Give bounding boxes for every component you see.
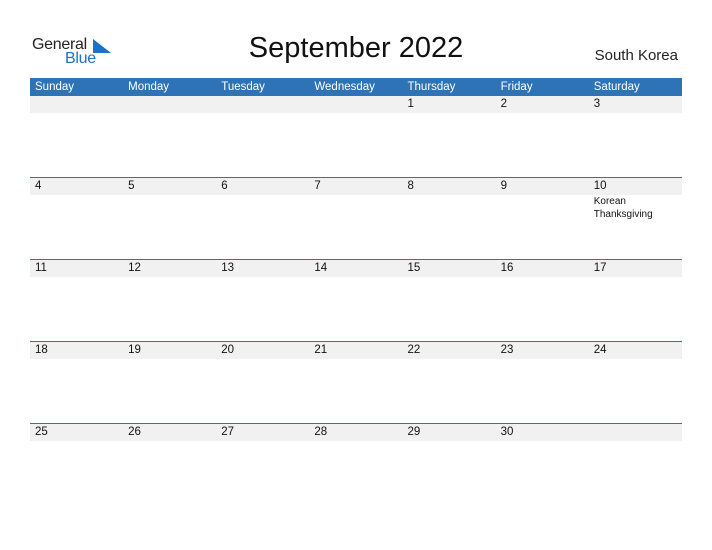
day-number: 29 bbox=[407, 426, 421, 438]
day-number: 18 bbox=[35, 344, 48, 356]
day-cell bbox=[216, 96, 309, 177]
day-cell: 6 bbox=[216, 178, 309, 259]
day-cell bbox=[309, 96, 402, 177]
weekday-thursday: Thursday bbox=[407, 81, 456, 93]
day-number: 4 bbox=[35, 180, 42, 192]
day-number: 3 bbox=[593, 98, 601, 110]
day-cell: 9 bbox=[496, 178, 589, 259]
day-cell: 8 bbox=[403, 178, 496, 259]
day-number: 9 bbox=[500, 180, 508, 192]
day-number: 1 bbox=[407, 98, 414, 110]
day-cell: 16 bbox=[496, 260, 589, 341]
day-cell: 7 bbox=[309, 178, 402, 259]
day-cell: 12 bbox=[123, 260, 216, 341]
day-number: 24 bbox=[593, 344, 607, 356]
week-row: 11 12 13 14 15 16 17 bbox=[30, 259, 682, 341]
day-cell: 3 bbox=[589, 96, 682, 177]
day-cell bbox=[123, 96, 216, 177]
weekday-wednesday: Wednesday bbox=[314, 81, 375, 93]
week-row: 4 5 6 7 8 9 10 Korean Thanksgiving bbox=[30, 177, 682, 259]
week-row: 25 26 27 28 29 30 bbox=[30, 423, 682, 505]
week-row: 1 2 3 bbox=[30, 96, 682, 177]
day-cell: 29 bbox=[403, 424, 496, 505]
day-number: 11 bbox=[35, 262, 47, 274]
day-number: 20 bbox=[221, 344, 235, 356]
day-number: 23 bbox=[500, 344, 514, 356]
day-number: 27 bbox=[221, 426, 235, 438]
holiday-label: Thanksgiving bbox=[593, 209, 653, 220]
day-cell: 26 bbox=[123, 424, 216, 505]
day-number bbox=[594, 424, 682, 441]
day-cell bbox=[30, 96, 123, 177]
day-number: 26 bbox=[128, 426, 141, 438]
day-cell: 5 bbox=[123, 178, 216, 259]
day-number bbox=[221, 96, 309, 113]
holiday-label: Korean bbox=[593, 196, 626, 207]
calendar-grid: Sunday Monday Tuesday Wednesday Thursday… bbox=[30, 78, 682, 505]
day-number bbox=[314, 96, 402, 113]
weekday-sunday: Sunday bbox=[35, 81, 75, 93]
week-row: 18 19 20 21 22 23 24 bbox=[30, 341, 682, 423]
day-number: 19 bbox=[128, 344, 141, 356]
week-cells: 1 2 3 bbox=[30, 96, 682, 177]
weekday-monday: Monday bbox=[128, 81, 170, 93]
day-number: 25 bbox=[35, 426, 48, 438]
day-number: 2 bbox=[500, 98, 508, 110]
day-number: 22 bbox=[407, 344, 421, 356]
day-number: 30 bbox=[500, 426, 514, 438]
day-cell: 13 bbox=[216, 260, 309, 341]
day-cell: 14 bbox=[309, 260, 402, 341]
day-cell: 15 bbox=[403, 260, 496, 341]
day-cell: 25 bbox=[30, 424, 123, 505]
day-number bbox=[128, 96, 216, 113]
day-number: 13 bbox=[221, 262, 235, 274]
day-cell: 21 bbox=[309, 342, 402, 423]
day-number: 10 bbox=[593, 180, 607, 192]
weekday-friday: Friday bbox=[500, 81, 533, 93]
day-number: 8 bbox=[407, 180, 414, 192]
day-cell: 10 Korean Thanksgiving bbox=[589, 178, 682, 259]
weekday-saturday: Saturday bbox=[593, 81, 640, 93]
day-number: 17 bbox=[593, 262, 607, 274]
day-number: 28 bbox=[314, 426, 328, 438]
day-cell: 22 bbox=[403, 342, 496, 423]
weekday-header: Sunday Monday Tuesday Wednesday Thursday… bbox=[30, 78, 682, 96]
week-cells: 4 5 6 7 8 9 10 Korean Thanksgiving bbox=[30, 178, 682, 259]
day-cell: 24 bbox=[589, 342, 682, 423]
weeks-container: 1 2 3 4 5 6 7 8 9 10 Korean Thanksgiving 11 12 13 14 15 1… bbox=[30, 96, 682, 505]
day-number: 14 bbox=[314, 262, 328, 274]
day-cell: 18 bbox=[30, 342, 123, 423]
day-number: 7 bbox=[314, 180, 321, 192]
day-cell: 17 bbox=[589, 260, 682, 341]
day-cell: 4 bbox=[30, 178, 123, 259]
day-cell: 19 bbox=[123, 342, 216, 423]
day-cell: 23 bbox=[496, 342, 589, 423]
week-cells: 25 26 27 28 29 30 bbox=[30, 424, 682, 505]
day-number: 6 bbox=[221, 180, 228, 192]
week-cells: 11 12 13 14 15 16 17 bbox=[30, 260, 682, 341]
day-number: 5 bbox=[128, 180, 135, 192]
week-cells: 18 19 20 21 22 23 24 bbox=[30, 342, 682, 423]
day-number: 15 bbox=[407, 262, 421, 274]
weekday-tuesday: Tuesday bbox=[221, 81, 265, 93]
day-cell: 30 bbox=[496, 424, 589, 505]
day-number: 21 bbox=[314, 344, 328, 356]
country-label: South Korea bbox=[594, 47, 678, 64]
day-number: 16 bbox=[500, 262, 514, 274]
day-cell: 28 bbox=[309, 424, 402, 505]
day-cell: 27 bbox=[216, 424, 309, 505]
day-cell bbox=[589, 424, 682, 505]
day-cell: 1 bbox=[403, 96, 496, 177]
day-cell: 20 bbox=[216, 342, 309, 423]
day-number: 12 bbox=[128, 262, 141, 274]
day-number bbox=[35, 96, 123, 113]
day-cell: 2 bbox=[496, 96, 589, 177]
day-cell: 11 bbox=[30, 260, 123, 341]
